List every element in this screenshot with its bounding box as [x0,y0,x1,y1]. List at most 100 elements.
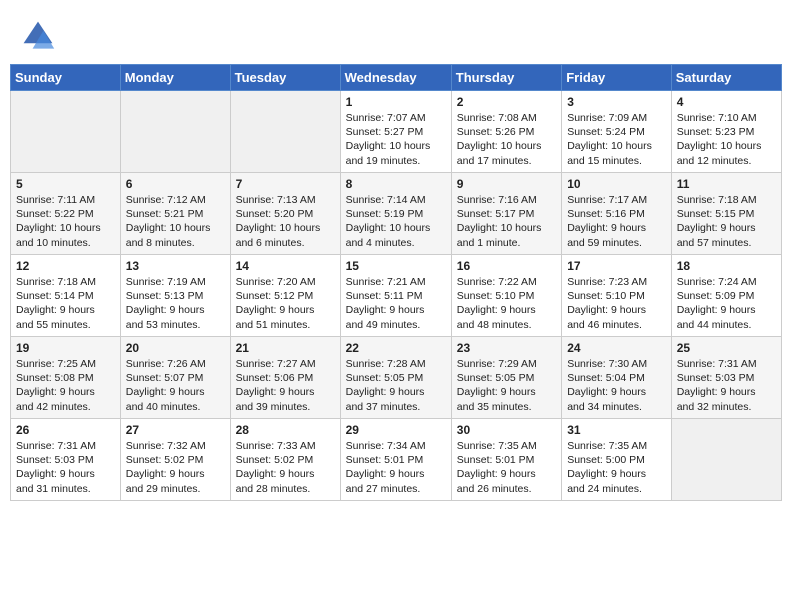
calendar-cell: 9 Sunrise: 7:16 AMSunset: 5:17 PMDaylight… [451,173,561,255]
day-number: 16 [457,259,556,273]
calendar-cell [11,91,121,173]
day-info: Sunrise: 7:24 AMSunset: 5:09 PMDaylight:… [677,275,776,332]
calendar-cell: 27 Sunrise: 7:32 AMSunset: 5:02 PMDayligh… [120,419,230,501]
day-number: 1 [346,95,446,109]
calendar-cell: 22 Sunrise: 7:28 AMSunset: 5:05 PMDayligh… [340,337,451,419]
day-number: 5 [16,177,115,191]
day-info: Sunrise: 7:19 AMSunset: 5:13 PMDaylight:… [126,275,225,332]
day-info: Sunrise: 7:22 AMSunset: 5:10 PMDaylight:… [457,275,556,332]
day-info: Sunrise: 7:10 AMSunset: 5:23 PMDaylight:… [677,111,776,168]
week-row-3: 12 Sunrise: 7:18 AMSunset: 5:14 PMDayligh… [11,255,782,337]
calendar-cell: 13 Sunrise: 7:19 AMSunset: 5:13 PMDayligh… [120,255,230,337]
calendar-cell: 16 Sunrise: 7:22 AMSunset: 5:10 PMDayligh… [451,255,561,337]
day-number: 13 [126,259,225,273]
day-number: 27 [126,423,225,437]
day-number: 4 [677,95,776,109]
day-info: Sunrise: 7:09 AMSunset: 5:24 PMDaylight:… [567,111,666,168]
day-number: 31 [567,423,666,437]
calendar-cell: 17Sunrise: 7:23 AMSunset: 5:10 PMDayligh… [562,255,672,337]
calendar-cell: 15 Sunrise: 7:21 AMSunset: 5:11 PMDayligh… [340,255,451,337]
calendar-cell: 30 Sunrise: 7:35 AMSunset: 5:01 PMDayligh… [451,419,561,501]
header-sunday: Sunday [11,65,121,91]
header-tuesday: Tuesday [230,65,340,91]
week-row-1: 1 Sunrise: 7:07 AMSunset: 5:27 PMDaylight… [11,91,782,173]
calendar-cell: 14 Sunrise: 7:20 AMSunset: 5:12 PMDayligh… [230,255,340,337]
day-number: 3 [567,95,666,109]
day-info: Sunrise: 7:28 AMSunset: 5:05 PMDaylight:… [346,357,446,414]
calendar-table: SundayMondayTuesdayWednesdayThursdayFrid… [10,64,782,501]
calendar-cell [120,91,230,173]
day-info: Sunrise: 7:12 AMSunset: 5:21 PMDaylight:… [126,193,225,250]
calendar-cell: 25 Sunrise: 7:31 AMSunset: 5:03 PMDayligh… [671,337,781,419]
day-number: 9 [457,177,556,191]
calendar-cell [230,91,340,173]
day-number: 19 [16,341,115,355]
day-info: Sunrise: 7:18 AMSunset: 5:14 PMDaylight:… [16,275,115,332]
day-info: Sunrise: 7:11 AMSunset: 5:22 PMDaylight:… [16,193,115,250]
day-number: 8 [346,177,446,191]
day-info: Sunrise: 7:07 AMSunset: 5:27 PMDaylight:… [346,111,446,168]
page-header [10,10,782,58]
day-number: 22 [346,341,446,355]
day-number: 28 [236,423,335,437]
calendar-cell [671,419,781,501]
day-number: 18 [677,259,776,273]
calendar-cell: 18 Sunrise: 7:24 AMSunset: 5:09 PMDayligh… [671,255,781,337]
logo [20,18,60,54]
calendar-cell: 5 Sunrise: 7:11 AMSunset: 5:22 PMDaylight… [11,173,121,255]
calendar-cell: 23 Sunrise: 7:29 AMSunset: 5:05 PMDayligh… [451,337,561,419]
calendar-cell: 2Sunrise: 7:08 AMSunset: 5:26 PMDaylight… [451,91,561,173]
day-number: 6 [126,177,225,191]
day-number: 12 [16,259,115,273]
weekday-header-row: SundayMondayTuesdayWednesdayThursdayFrid… [11,65,782,91]
day-number: 14 [236,259,335,273]
calendar-cell: 6 Sunrise: 7:12 AMSunset: 5:21 PMDaylight… [120,173,230,255]
day-info: Sunrise: 7:26 AMSunset: 5:07 PMDaylight:… [126,357,225,414]
day-number: 30 [457,423,556,437]
day-number: 7 [236,177,335,191]
day-number: 29 [346,423,446,437]
day-info: Sunrise: 7:31 AMSunset: 5:03 PMDaylight:… [677,357,776,414]
calendar-cell: 11Sunrise: 7:18 AMSunset: 5:15 PMDayligh… [671,173,781,255]
calendar-cell: 21Sunrise: 7:27 AMSunset: 5:06 PMDayligh… [230,337,340,419]
day-info: Sunrise: 7:20 AMSunset: 5:12 PMDaylight:… [236,275,335,332]
calendar-cell: 29 Sunrise: 7:34 AMSunset: 5:01 PMDayligh… [340,419,451,501]
day-info: Sunrise: 7:23 AMSunset: 5:10 PMDaylight:… [567,275,666,332]
day-info: Sunrise: 7:31 AMSunset: 5:03 PMDaylight:… [16,439,115,496]
calendar-cell: 26 Sunrise: 7:31 AMSunset: 5:03 PMDayligh… [11,419,121,501]
calendar-cell: 10Sunrise: 7:17 AMSunset: 5:16 PMDayligh… [562,173,672,255]
day-number: 20 [126,341,225,355]
day-number: 25 [677,341,776,355]
day-number: 11 [677,177,776,191]
day-info: Sunrise: 7:25 AMSunset: 5:08 PMDaylight:… [16,357,115,414]
calendar-cell: 28 Sunrise: 7:33 AMSunset: 5:02 PMDayligh… [230,419,340,501]
week-row-5: 26 Sunrise: 7:31 AMSunset: 5:03 PMDayligh… [11,419,782,501]
day-number: 2 [457,95,556,109]
calendar-cell: 24 Sunrise: 7:30 AMSunset: 5:04 PMDayligh… [562,337,672,419]
header-thursday: Thursday [451,65,561,91]
day-info: Sunrise: 7:32 AMSunset: 5:02 PMDaylight:… [126,439,225,496]
calendar-cell: 19 Sunrise: 7:25 AMSunset: 5:08 PMDayligh… [11,337,121,419]
day-info: Sunrise: 7:14 AMSunset: 5:19 PMDaylight:… [346,193,446,250]
day-info: Sunrise: 7:21 AMSunset: 5:11 PMDaylight:… [346,275,446,332]
day-info: Sunrise: 7:16 AMSunset: 5:17 PMDaylight:… [457,193,556,250]
day-info: Sunrise: 7:35 AMSunset: 5:01 PMDaylight:… [457,439,556,496]
day-number: 10 [567,177,666,191]
day-number: 24 [567,341,666,355]
calendar-cell: 12 Sunrise: 7:18 AMSunset: 5:14 PMDayligh… [11,255,121,337]
day-info: Sunrise: 7:34 AMSunset: 5:01 PMDaylight:… [346,439,446,496]
day-info: Sunrise: 7:30 AMSunset: 5:04 PMDaylight:… [567,357,666,414]
day-info: Sunrise: 7:27 AMSunset: 5:06 PMDaylight:… [236,357,335,414]
day-info: Sunrise: 7:13 AMSunset: 5:20 PMDaylight:… [236,193,335,250]
day-number: 26 [16,423,115,437]
week-row-4: 19 Sunrise: 7:25 AMSunset: 5:08 PMDayligh… [11,337,782,419]
day-number: 23 [457,341,556,355]
day-info: Sunrise: 7:33 AMSunset: 5:02 PMDaylight:… [236,439,335,496]
day-number: 15 [346,259,446,273]
calendar-cell: 8 Sunrise: 7:14 AMSunset: 5:19 PMDaylight… [340,173,451,255]
calendar-cell: 3 Sunrise: 7:09 AMSunset: 5:24 PMDaylight… [562,91,672,173]
day-info: Sunrise: 7:35 AMSunset: 5:00 PMDaylight:… [567,439,666,496]
calendar-cell: 1 Sunrise: 7:07 AMSunset: 5:27 PMDaylight… [340,91,451,173]
calendar-cell: 31 Sunrise: 7:35 AMSunset: 5:00 PMDayligh… [562,419,672,501]
day-info: Sunrise: 7:29 AMSunset: 5:05 PMDaylight:… [457,357,556,414]
